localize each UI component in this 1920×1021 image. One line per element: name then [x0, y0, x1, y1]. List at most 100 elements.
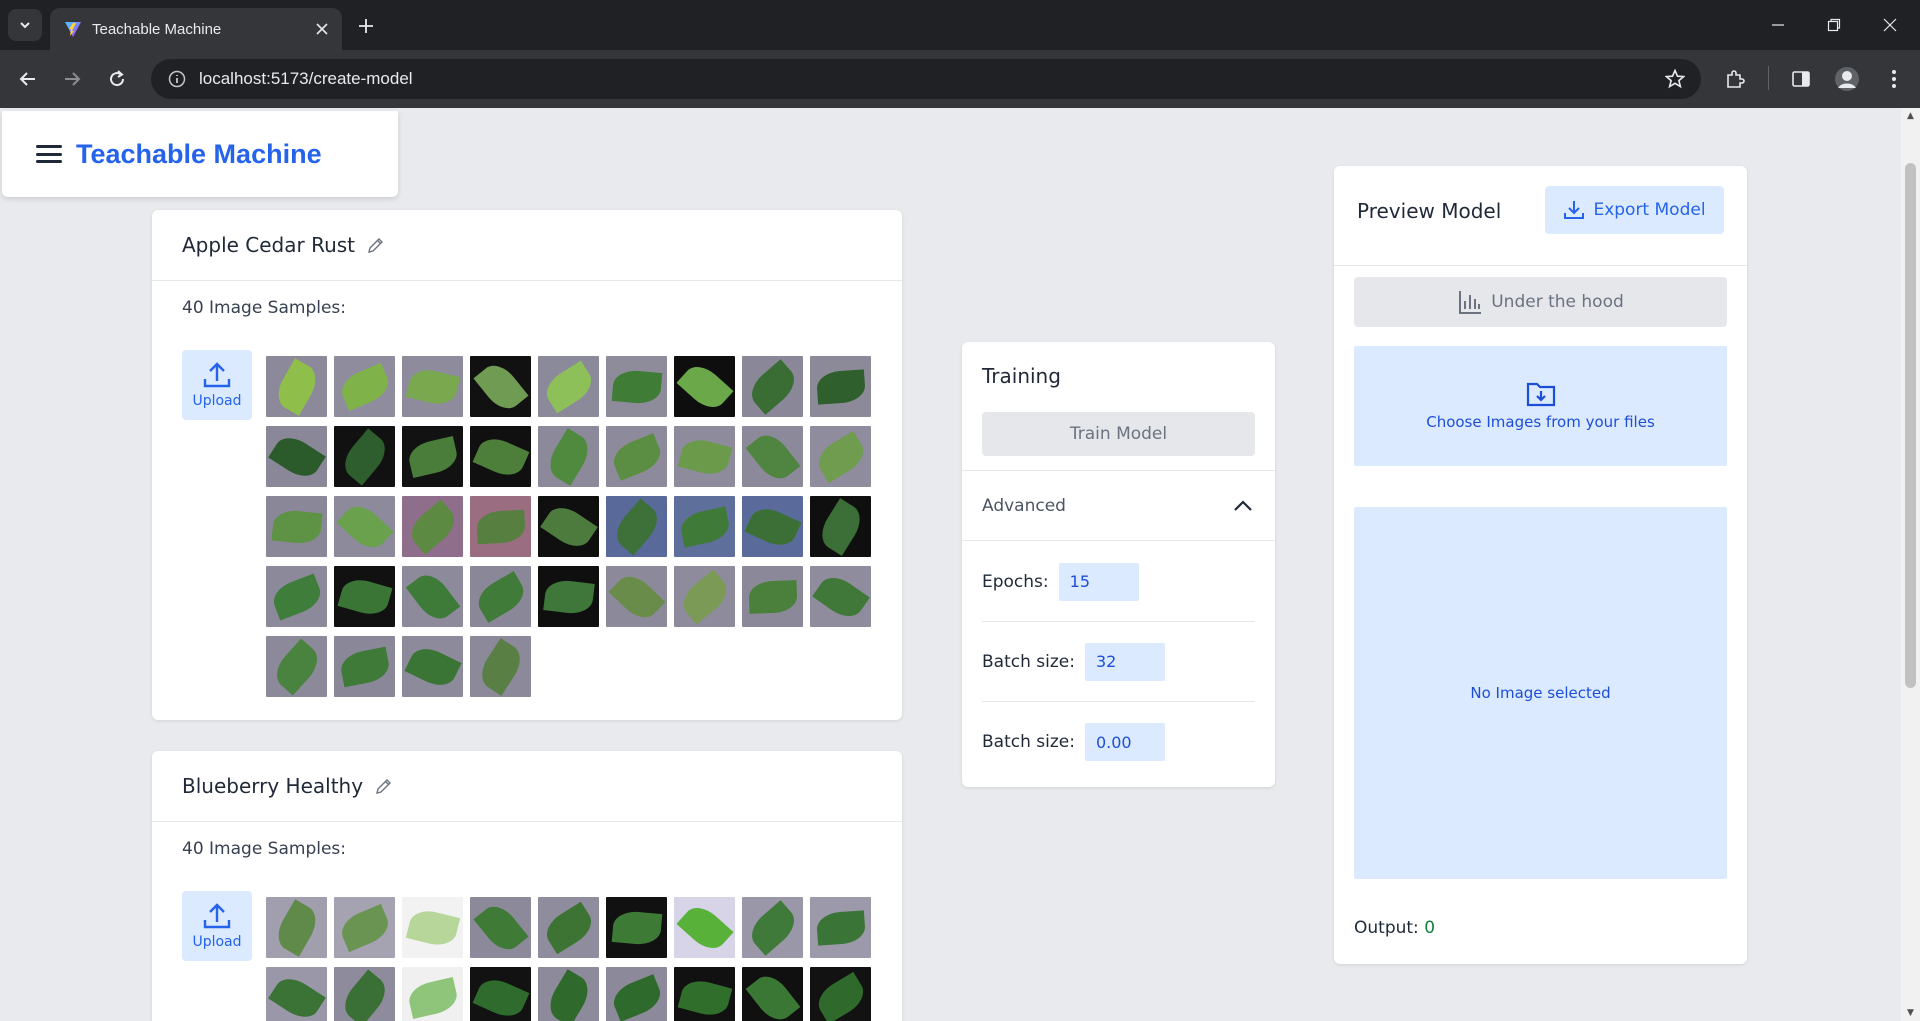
close-window-icon[interactable] — [1870, 10, 1910, 40]
leaf-image — [743, 358, 802, 415]
sample-thumbnail[interactable] — [334, 426, 395, 487]
upload-button[interactable]: Upload — [182, 891, 252, 961]
sample-thumbnail[interactable] — [810, 426, 871, 487]
sample-thumbnail[interactable] — [538, 897, 599, 958]
sample-thumbnail[interactable] — [810, 967, 871, 1021]
sample-thumbnail[interactable] — [470, 566, 531, 627]
sample-thumbnail[interactable] — [402, 967, 463, 1021]
url-text: localhost:5173/create-model — [199, 69, 413, 88]
choose-images-button[interactable]: Choose Images from your files — [1354, 346, 1727, 466]
sample-thumbnail[interactable] — [674, 967, 735, 1021]
leaf-image — [267, 430, 326, 483]
sample-thumbnail[interactable] — [538, 967, 599, 1021]
reload-icon[interactable] — [101, 63, 133, 95]
sample-thumbnail[interactable] — [606, 426, 667, 487]
app-logo[interactable]: Teachable Machine — [76, 139, 322, 170]
sample-thumbnail[interactable] — [742, 967, 803, 1021]
profile-avatar[interactable] — [1831, 63, 1863, 95]
sample-thumbnail[interactable] — [538, 426, 599, 487]
sample-thumbnail[interactable] — [470, 897, 531, 958]
forward-arrow-icon[interactable] — [56, 63, 88, 95]
sample-thumbnail[interactable] — [810, 356, 871, 417]
batch-size-input[interactable] — [1084, 642, 1165, 681]
sample-thumbnail[interactable] — [266, 426, 327, 487]
restore-icon[interactable] — [1814, 10, 1854, 40]
sample-thumbnail[interactable] — [402, 356, 463, 417]
train-model-button[interactable]: Train Model — [982, 412, 1255, 456]
browser-tab[interactable]: Teachable Machine — [50, 8, 342, 50]
sample-thumbnail[interactable] — [742, 566, 803, 627]
sample-thumbnail[interactable] — [266, 566, 327, 627]
sample-thumbnail[interactable] — [266, 496, 327, 557]
leaf-image — [815, 368, 866, 405]
epochs-input[interactable] — [1058, 562, 1139, 601]
sample-thumbnail[interactable] — [606, 356, 667, 417]
sample-thumbnail[interactable] — [742, 897, 803, 958]
sample-thumbnail[interactable] — [606, 566, 667, 627]
sample-thumbnail[interactable] — [606, 496, 667, 557]
sample-thumbnail[interactable] — [674, 496, 735, 557]
sample-thumbnail[interactable] — [742, 496, 803, 557]
page-scrollbar[interactable]: ▲ ▼ — [1901, 108, 1920, 1021]
more-menu-icon[interactable] — [1878, 63, 1910, 95]
under-the-hood-button[interactable]: Under the hood — [1354, 277, 1727, 327]
upload-button[interactable]: Upload — [182, 350, 252, 420]
sample-thumbnail[interactable] — [266, 897, 327, 958]
sample-thumbnail[interactable] — [334, 496, 395, 557]
sample-thumbnail[interactable] — [334, 356, 395, 417]
sample-thumbnail[interactable] — [538, 356, 599, 417]
sample-thumbnail[interactable] — [334, 967, 395, 1021]
back-arrow-icon[interactable] — [12, 63, 44, 95]
sample-thumbnail[interactable] — [266, 636, 327, 697]
sample-thumbnail[interactable] — [674, 566, 735, 627]
side-panel-icon[interactable] — [1785, 63, 1817, 95]
upload-icon — [203, 903, 231, 929]
sample-thumbnail[interactable] — [334, 566, 395, 627]
sample-thumbnail[interactable] — [470, 967, 531, 1021]
hamburger-menu-icon[interactable] — [34, 142, 64, 166]
new-tab-icon[interactable] — [352, 12, 380, 40]
leaf-image — [611, 909, 662, 946]
sample-thumbnail[interactable] — [402, 636, 463, 697]
sample-thumbnail[interactable] — [674, 426, 735, 487]
sample-thumbnail[interactable] — [538, 566, 599, 627]
sample-thumbnail[interactable] — [402, 897, 463, 958]
export-model-button[interactable]: Export Model — [1545, 186, 1724, 234]
sample-thumbnail[interactable] — [674, 356, 735, 417]
site-info-icon[interactable] — [165, 67, 189, 91]
sample-thumbnail[interactable] — [402, 496, 463, 557]
pencil-edit-icon[interactable] — [367, 236, 385, 254]
pencil-edit-icon[interactable] — [375, 777, 393, 795]
sample-thumbnail[interactable] — [538, 496, 599, 557]
sample-thumbnail[interactable] — [810, 566, 871, 627]
sample-thumbnail[interactable] — [470, 496, 531, 557]
learning-rate-input[interactable] — [1084, 723, 1165, 761]
scroll-down-arrow-icon[interactable]: ▼ — [1901, 1005, 1920, 1021]
sample-thumbnail[interactable] — [742, 426, 803, 487]
leaf-image — [268, 637, 325, 696]
address-bar[interactable]: localhost:5173/create-model — [151, 59, 1701, 99]
sample-thumbnail[interactable] — [470, 356, 531, 417]
sample-thumbnail[interactable] — [334, 636, 395, 697]
sample-thumbnail[interactable] — [266, 967, 327, 1021]
sample-thumbnail[interactable] — [742, 356, 803, 417]
sample-thumbnail[interactable] — [810, 897, 871, 958]
sample-thumbnail[interactable] — [810, 496, 871, 557]
scroll-up-arrow-icon[interactable]: ▲ — [1901, 108, 1920, 124]
close-tab-icon[interactable] — [312, 19, 332, 39]
advanced-toggle[interactable]: Advanced — [962, 470, 1275, 541]
sample-thumbnail[interactable] — [606, 897, 667, 958]
sample-thumbnail[interactable] — [402, 426, 463, 487]
sample-thumbnail[interactable] — [674, 897, 735, 958]
sample-thumbnail[interactable] — [470, 426, 531, 487]
sample-thumbnail[interactable] — [606, 967, 667, 1021]
sample-thumbnail[interactable] — [266, 356, 327, 417]
extensions-puzzle-icon[interactable] — [1719, 63, 1751, 95]
minimize-icon[interactable] — [1758, 10, 1798, 40]
sample-thumbnail[interactable] — [470, 636, 531, 697]
sample-thumbnail[interactable] — [334, 897, 395, 958]
sample-thumbnail[interactable] — [402, 566, 463, 627]
scrollbar-thumb[interactable] — [1905, 163, 1916, 688]
bookmark-star-icon[interactable] — [1663, 67, 1687, 91]
tab-search-button[interactable] — [8, 9, 42, 41]
